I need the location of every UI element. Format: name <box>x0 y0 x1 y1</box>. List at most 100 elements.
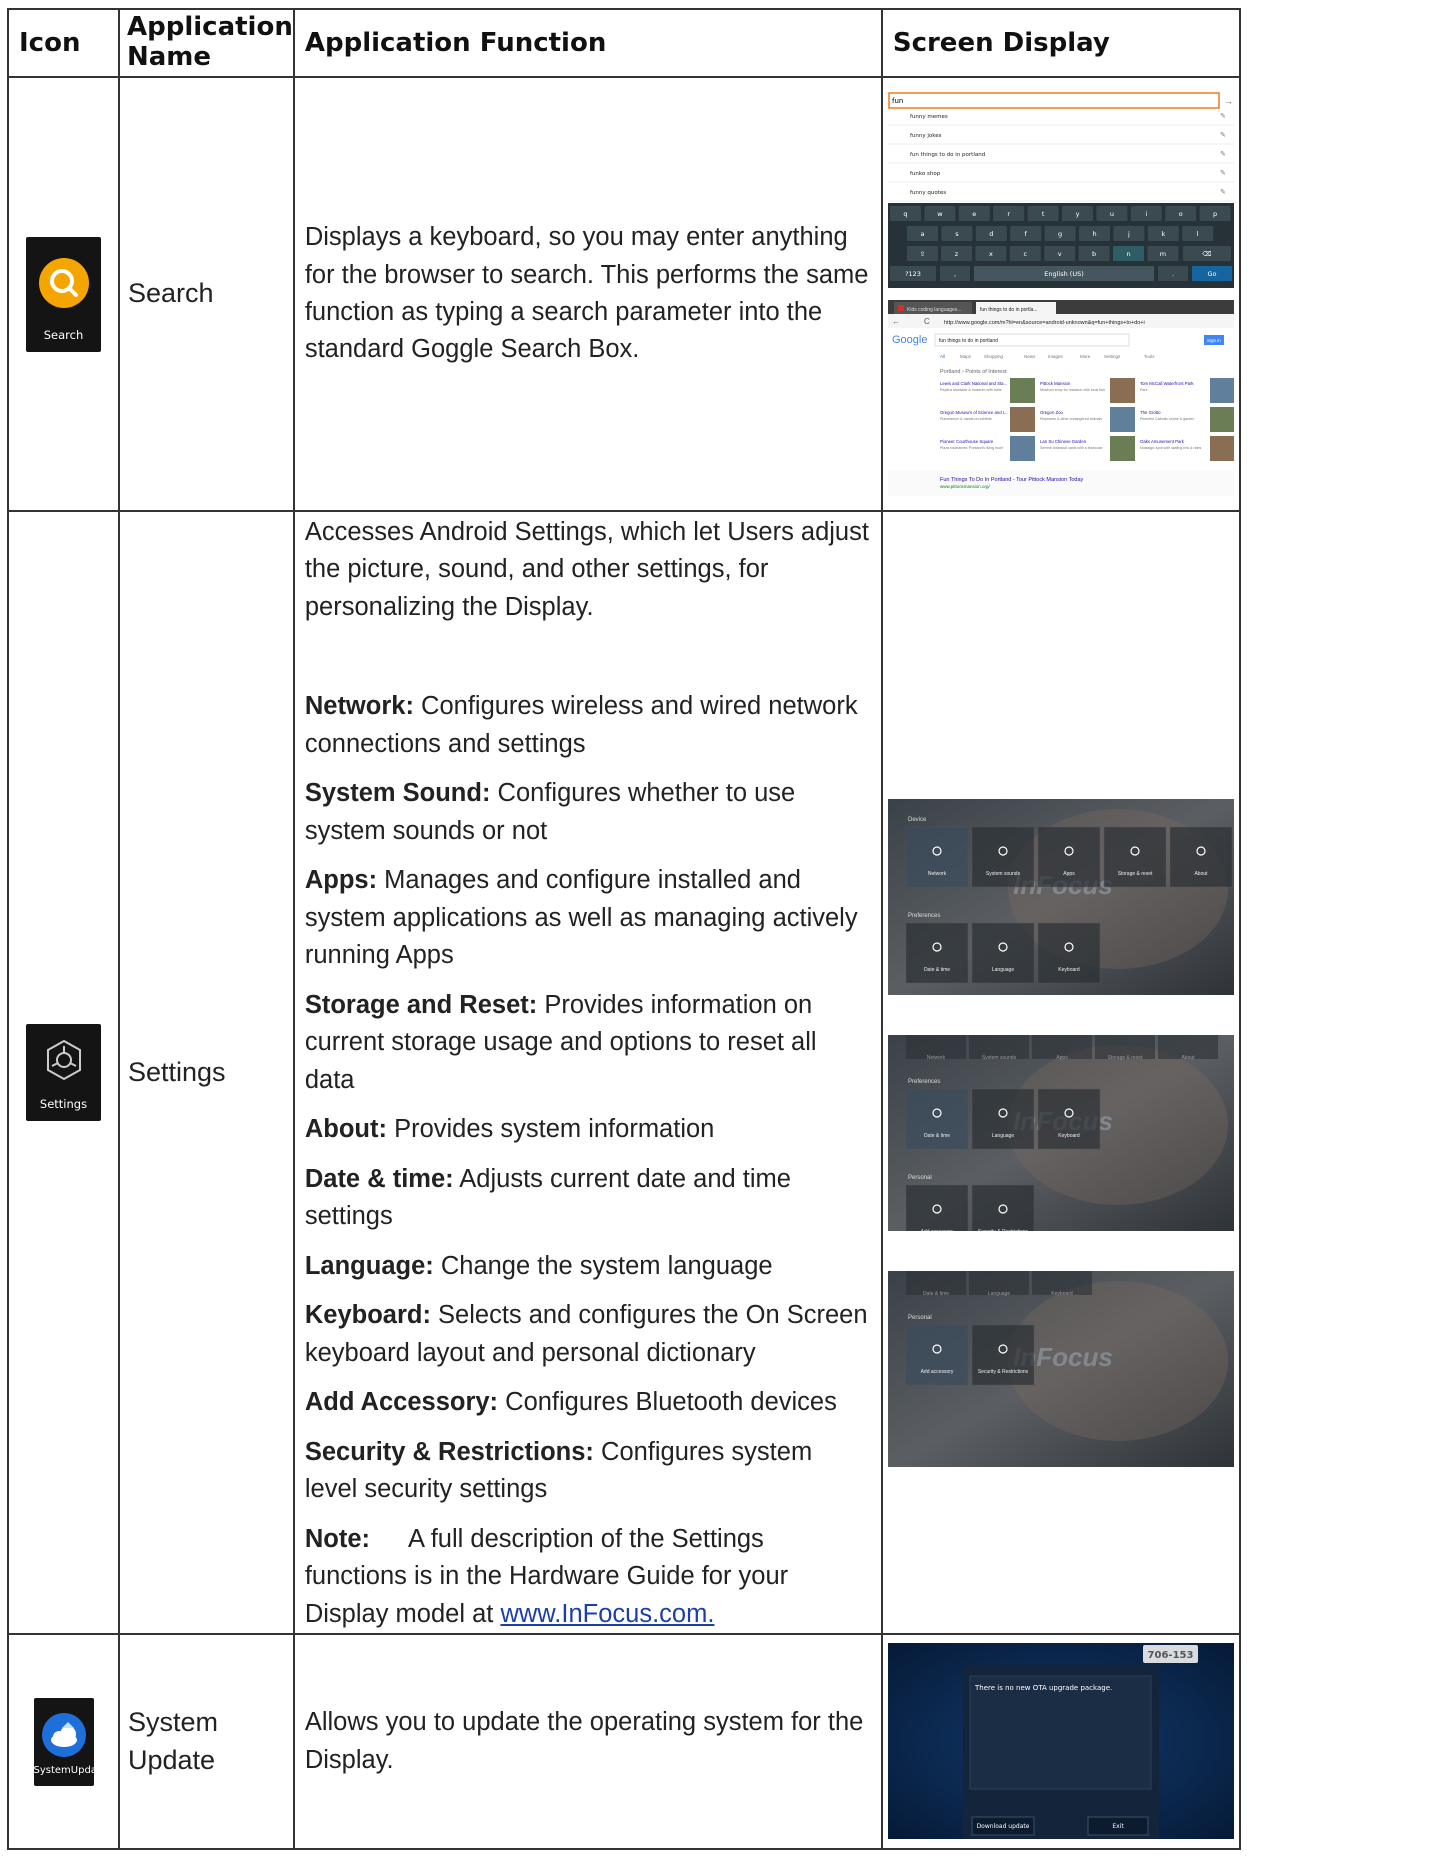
settings-tile-label[interactable]: System sounds <box>982 1055 1017 1061</box>
suggestion-item[interactable]: funny jokes <box>910 133 942 139</box>
keyboard-key[interactable]: ⌫ <box>1202 250 1211 258</box>
settings-tile-label[interactable]: Add accessory <box>920 1229 953 1231</box>
keyboard-key[interactable]: x <box>989 250 993 258</box>
place-thumbnail[interactable] <box>1209 378 1234 403</box>
settings-tile[interactable] <box>971 1088 1035 1149</box>
place-name[interactable]: Oregon Museum of Science and I... <box>940 410 1008 415</box>
place-name[interactable]: Pittock Mansion <box>1040 381 1071 386</box>
place-thumbnail[interactable] <box>1009 378 1035 403</box>
settings-tile-label[interactable]: Apps <box>1063 871 1075 877</box>
search-nav-tab[interactable]: All <box>940 354 945 359</box>
settings-tile[interactable] <box>971 826 1035 887</box>
settings-tile-label[interactable]: Keyboard <box>1058 967 1080 973</box>
settings-tile-label[interactable]: Storage & reset <box>1117 871 1152 877</box>
settings-tile[interactable] <box>1037 1088 1101 1149</box>
keyboard-key[interactable]: u <box>1110 210 1114 218</box>
settings-tile-label[interactable]: Language <box>988 1291 1010 1297</box>
keyboard-key[interactable]: b <box>1092 250 1096 258</box>
place-name[interactable]: The Grotto <box>1140 410 1161 415</box>
settings-tile-label[interactable]: Apps <box>1056 1055 1068 1061</box>
place-thumbnail[interactable] <box>1009 436 1035 461</box>
settings-tile-label[interactable]: Security & Restrictions <box>978 1229 1029 1231</box>
search-result-title[interactable]: Fun Things To Do In Portland - Tour Pitt… <box>940 477 1084 483</box>
place-thumbnail[interactable] <box>1109 407 1135 432</box>
settings-tile-label[interactable]: Network <box>928 871 947 877</box>
kb-query[interactable]: fun <box>892 97 903 105</box>
place-thumbnail[interactable] <box>1209 407 1234 432</box>
settings-tile-label[interactable]: Add accessory <box>920 1369 953 1375</box>
search-nav-tab[interactable]: Shopping <box>984 354 1004 359</box>
edit-icon[interactable]: ✎ <box>1220 170 1226 177</box>
settings-tile[interactable] <box>971 922 1035 983</box>
infocus-link[interactable]: www.InFocus.com. <box>500 1600 714 1628</box>
settings-tile[interactable] <box>1103 826 1167 887</box>
keyboard-key[interactable]: . <box>1172 270 1174 278</box>
keyboard-key[interactable]: r <box>1007 210 1010 218</box>
keyboard-key[interactable]: m <box>1160 250 1166 258</box>
keyboard-key[interactable]: s <box>955 230 959 238</box>
keyboard-key[interactable]: l <box>1197 230 1199 238</box>
settings-tile[interactable] <box>905 826 969 887</box>
settings-tile-label[interactable]: Language <box>992 1133 1014 1139</box>
browser-tab-2[interactable]: fun things to do in portla... <box>980 307 1038 313</box>
search-nav-tab[interactable]: Images <box>1048 354 1064 359</box>
place-thumbnail[interactable] <box>1009 407 1035 432</box>
edit-icon[interactable]: ✎ <box>1220 151 1226 158</box>
suggestion-item[interactable]: funny quotes <box>910 190 946 196</box>
settings-tile[interactable] <box>905 1324 969 1385</box>
settings-tile-label[interactable]: Date & time <box>924 967 950 973</box>
settings-tile[interactable] <box>905 1184 969 1231</box>
search-nav-tab[interactable]: Settings <box>1104 354 1121 359</box>
settings-tile[interactable] <box>905 1088 969 1149</box>
keyboard-key[interactable]: h <box>1092 230 1096 238</box>
keyboard-key[interactable]: j <box>1127 230 1130 238</box>
browser-url[interactable]: http://www.google.com/m?hl=en&source=and… <box>944 320 1145 326</box>
search-nav-tab[interactable]: Maps <box>960 354 972 359</box>
keyboard-key[interactable]: ⇧ <box>920 250 925 258</box>
settings-tile-label[interactable]: Date & time <box>923 1291 949 1297</box>
settings-tile-label[interactable]: Security & Restrictions <box>978 1369 1029 1375</box>
edit-icon[interactable]: ✎ <box>1220 189 1226 196</box>
settings-tile-label[interactable]: Keyboard <box>1051 1291 1073 1297</box>
settings-tile-label[interactable]: Network <box>927 1055 946 1061</box>
keyboard-key[interactable]: k <box>1161 230 1165 238</box>
settings-tile[interactable] <box>971 1184 1035 1231</box>
keyboard-key[interactable]: p <box>1213 210 1217 218</box>
place-name[interactable]: Tom McCall Waterfront Park <box>1140 381 1194 386</box>
settings-tile[interactable] <box>905 922 969 983</box>
search-nav-tab[interactable]: More <box>1080 354 1091 359</box>
keyboard-key[interactable]: v <box>1058 250 1062 258</box>
place-name[interactable]: Lewis and Clark National and Sta... <box>940 381 1007 386</box>
exit-button[interactable]: Exit <box>1112 1823 1124 1830</box>
place-name[interactable]: Pioneer Courthouse Square <box>940 439 994 444</box>
download-update-button[interactable]: Download update <box>976 1823 1029 1830</box>
place-thumbnail[interactable] <box>1209 436 1234 461</box>
keyboard-key[interactable]: n <box>1126 250 1130 258</box>
place-thumbnail[interactable] <box>1109 378 1135 403</box>
edit-icon[interactable]: ✎ <box>1220 132 1226 139</box>
sign-in-button[interactable]: Sign in <box>1207 338 1221 343</box>
keyboard-key[interactable]: Go <box>1207 270 1216 278</box>
reload-icon[interactable]: C <box>924 317 930 326</box>
keyboard-key[interactable]: i <box>1145 210 1147 218</box>
keyboard-key[interactable]: y <box>1075 210 1079 218</box>
keyboard-key[interactable]: a <box>920 230 924 238</box>
keyboard-key[interactable]: w <box>937 210 943 218</box>
keyboard-key[interactable]: English (US) <box>1044 270 1084 278</box>
keyboard-key[interactable]: z <box>955 250 959 258</box>
browser-search-query[interactable]: fun things to do in portland <box>939 338 998 344</box>
place-name[interactable]: Oaks Amusement Park <box>1140 439 1185 444</box>
suggestion-item[interactable]: funko shop <box>910 171 941 177</box>
place-name[interactable]: Lan Su Chinese Garden <box>1040 439 1087 444</box>
settings-tile-label[interactable]: About <box>1181 1055 1195 1061</box>
keyboard-key[interactable]: c <box>1023 250 1027 258</box>
settings-tile[interactable] <box>1037 922 1101 983</box>
settings-tile-label[interactable]: Keyboard <box>1058 1133 1080 1139</box>
settings-tile[interactable] <box>1037 826 1101 887</box>
place-name[interactable]: Oregon Zoo <box>1040 410 1064 415</box>
keyboard-key[interactable]: e <box>972 210 976 218</box>
settings-tile-label[interactable]: Language <box>992 967 1014 973</box>
keyboard-key[interactable]: q <box>903 210 907 218</box>
keyboard-key[interactable]: ?123 <box>905 270 921 278</box>
back-icon[interactable]: ← <box>892 317 900 326</box>
